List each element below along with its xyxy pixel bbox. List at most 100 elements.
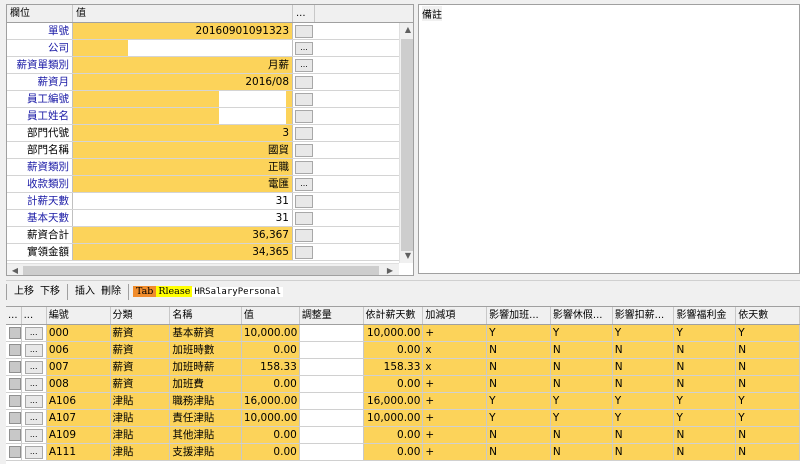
column-header[interactable]: 影響福利金 <box>674 307 737 324</box>
column-header[interactable]: 加減項 <box>423 307 488 324</box>
detail-cell[interactable]: Y <box>736 325 800 341</box>
row-edit-button[interactable]: ... <box>24 411 43 425</box>
detail-cell[interactable]: N <box>550 444 613 460</box>
ellipsis-button[interactable]: ... <box>295 41 313 55</box>
property-value[interactable]: 20160901091323 <box>73 23 293 39</box>
property-value[interactable]: 31 <box>73 193 293 209</box>
detail-cell[interactable]: Y <box>550 393 613 409</box>
detail-cell[interactable] <box>299 444 364 460</box>
detail-cell[interactable]: 008 <box>46 376 111 392</box>
property-row[interactable]: 基本天數 31 <box>7 210 413 227</box>
detail-cell[interactable]: N <box>674 342 737 358</box>
detail-cell[interactable]: A107 <box>46 410 111 426</box>
detail-cell[interactable]: N <box>487 376 551 392</box>
detail-cell[interactable]: 其他津貼 <box>170 427 242 443</box>
move-up-button[interactable]: 上移 <box>11 285 37 299</box>
property-row[interactable]: 薪資單類別 月薪... <box>7 57 413 74</box>
detail-cell[interactable]: 津貼 <box>110 427 171 443</box>
blank-button[interactable] <box>295 228 313 242</box>
row-selector[interactable] <box>6 410 22 426</box>
detail-cell[interactable]: + <box>423 376 488 392</box>
detail-cell[interactable]: Y <box>674 325 737 341</box>
property-row[interactable]: 薪資類別 正職 <box>7 159 413 176</box>
detail-cell[interactable]: N <box>674 376 737 392</box>
blank-button[interactable] <box>295 194 313 208</box>
detail-cell[interactable]: 0.00 <box>241 427 300 443</box>
detail-cell[interactable]: Y <box>550 325 613 341</box>
detail-cell[interactable]: N <box>487 342 551 358</box>
row-edit-button[interactable]: ... <box>24 445 43 459</box>
detail-cell[interactable]: 薪資 <box>110 325 171 341</box>
detail-cell[interactable]: 0.00 <box>241 444 300 460</box>
detail-cell[interactable]: N <box>612 427 675 443</box>
detail-cell[interactable]: x <box>423 342 488 358</box>
row-selector-box[interactable] <box>9 378 21 390</box>
detail-cell[interactable]: N <box>736 444 800 460</box>
property-value[interactable] <box>73 91 293 107</box>
memo-panel[interactable]: 備註 <box>418 4 800 274</box>
detail-cell[interactable]: + <box>423 427 488 443</box>
detail-row[interactable]: ... 000 薪資 基本薪資 10,000.00 10,000.00 + Y Y Y Y Y <box>6 325 800 342</box>
scroll-up-icon[interactable]: ▲ <box>401 23 413 37</box>
property-value[interactable]: 31 <box>73 210 293 226</box>
detail-cell[interactable]: 16,000.00 <box>363 393 424 409</box>
property-row[interactable]: 部門代號 3 <box>7 125 413 142</box>
detail-row[interactable]: ... 008 薪資 加班費 0.00 0.00 + N N N N N <box>6 376 800 393</box>
row-selector[interactable] <box>6 359 22 375</box>
field-column-header[interactable]: 欄位 <box>7 5 73 22</box>
detail-cell[interactable]: 0.00 <box>241 376 300 392</box>
detail-cell[interactable]: Y <box>487 410 551 426</box>
horizontal-scroll-thumb[interactable] <box>23 266 379 275</box>
detail-cell[interactable]: Y <box>612 410 675 426</box>
scroll-left-icon[interactable]: ◀ <box>8 264 22 275</box>
column-header[interactable]: 影響扣薪... <box>613 307 675 324</box>
detail-cell[interactable]: N <box>674 444 737 460</box>
detail-cell[interactable]: 加班時數 <box>170 342 242 358</box>
detail-cell[interactable]: 職務津貼 <box>170 393 242 409</box>
detail-cell[interactable]: 10,000.00 <box>241 410 300 426</box>
property-value[interactable]: 3 <box>73 125 293 141</box>
detail-cell[interactable]: Y <box>487 393 551 409</box>
detail-cell[interactable]: N <box>487 359 551 375</box>
blank-button[interactable] <box>295 211 313 225</box>
property-value[interactable] <box>73 40 293 56</box>
detail-cell[interactable]: + <box>423 325 488 341</box>
column-header[interactable]: ... <box>6 307 22 324</box>
detail-cell[interactable] <box>299 427 364 443</box>
detail-cell[interactable]: 000 <box>46 325 111 341</box>
row-selector-box[interactable] <box>9 395 21 407</box>
detail-cell[interactable]: Y <box>550 410 613 426</box>
property-value[interactable]: 34,365 <box>73 244 293 260</box>
detail-cell[interactable]: N <box>612 359 675 375</box>
property-row[interactable]: 收款類別 電匯... <box>7 176 413 193</box>
property-row[interactable]: 員工姓名 <box>7 108 413 125</box>
detail-cell[interactable]: 基本薪資 <box>170 325 242 341</box>
detail-cell[interactable]: Y <box>736 393 800 409</box>
detail-cell[interactable]: + <box>423 410 488 426</box>
column-header[interactable]: 依計薪天數 <box>364 307 424 324</box>
delete-button[interactable]: 刪除 <box>98 285 124 299</box>
row-edit-button[interactable]: ... <box>24 428 43 442</box>
column-header[interactable]: 影響加班... <box>487 307 551 324</box>
detail-cell[interactable]: 0.00 <box>363 427 424 443</box>
ellipsis-button[interactable]: ... <box>295 177 313 191</box>
detail-cell[interactable]: N <box>736 359 800 375</box>
detail-cell[interactable]: A106 <box>46 393 111 409</box>
detail-cell[interactable]: 006 <box>46 342 111 358</box>
detail-cell[interactable]: 津貼 <box>110 393 171 409</box>
column-header[interactable]: 調整量 <box>300 307 364 324</box>
row-edit-button[interactable]: ... <box>24 394 43 408</box>
row-selector[interactable] <box>6 393 22 409</box>
detail-cell[interactable]: 10,000.00 <box>363 325 424 341</box>
detail-cell[interactable]: + <box>423 393 488 409</box>
detail-row[interactable]: ... A106 津貼 職務津貼 16,000.00 16,000.00 + Y Y Y Y Y <box>6 393 800 410</box>
row-selector-box[interactable] <box>9 344 21 356</box>
detail-cell[interactable]: 10,000.00 <box>241 325 300 341</box>
detail-cell[interactable]: Y <box>674 393 737 409</box>
property-row[interactable]: 計薪天數 31 <box>7 193 413 210</box>
detail-cell[interactable] <box>299 342 364 358</box>
detail-cell[interactable]: 責任津貼 <box>170 410 242 426</box>
property-value[interactable]: 月薪 <box>73 57 293 73</box>
column-header[interactable]: 依天數 <box>736 307 800 324</box>
column-header[interactable]: 值 <box>242 307 300 324</box>
